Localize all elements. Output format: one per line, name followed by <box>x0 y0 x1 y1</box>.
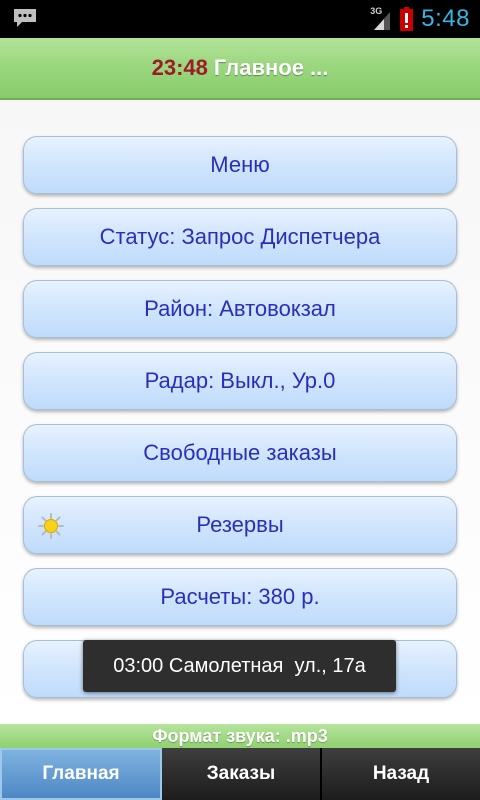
radar-button-label: Радар: Выкл., Ур.0 <box>144 368 336 393</box>
free-orders-button-label: Свободные заказы <box>143 440 337 465</box>
reserves-button-label: Резервы <box>196 512 284 537</box>
status-button-label: Статус: Запрос Диспетчера <box>99 224 381 249</box>
main-content: Меню Статус: Запрос Диспетчера Район: Ав… <box>0 100 480 724</box>
title-time: 23:48 <box>151 55 208 80</box>
radar-button[interactable]: Радар: Выкл., Ур.0 <box>23 352 457 410</box>
menu-button[interactable]: Меню <box>23 136 457 194</box>
clock: 5:48 <box>421 5 470 32</box>
payments-button[interactable]: Расчеты: 380 р. <box>23 568 457 626</box>
district-button-label: Район: Автовокзал <box>144 296 336 321</box>
battery-low-icon <box>400 7 414 31</box>
tab-orders[interactable]: Заказы <box>162 748 322 800</box>
free-orders-button[interactable]: Свободные заказы <box>23 424 457 482</box>
message-notification-icon <box>14 9 36 27</box>
menu-button-label: Меню <box>210 152 270 177</box>
sound-format-text: Формат звука: .mp3 <box>152 725 328 746</box>
sound-format-bar: Формат звука: .mp3 <box>0 724 480 748</box>
toast-text: 03:00 Самолетная ул., 17а <box>113 654 366 677</box>
toast-notification: 03:00 Самолетная ул., 17а <box>83 640 396 692</box>
page-title: Главное ... <box>213 55 329 80</box>
tab-orders-label: Заказы <box>206 763 276 784</box>
tab-back[interactable]: Назад <box>322 748 480 800</box>
reserves-button[interactable]: Резервы <box>23 496 457 554</box>
tab-main[interactable]: Главная <box>0 748 162 800</box>
district-button[interactable]: Район: Автовокзал <box>23 280 457 338</box>
status-button[interactable]: Статус: Запрос Диспетчера <box>23 208 457 266</box>
tab-back-label: Назад <box>372 763 430 784</box>
bottom-tab-bar: Главная Заказы Назад <box>0 748 480 800</box>
payments-button-label: Расчеты: 380 р. <box>160 584 320 609</box>
title-bar: 23:48 Главное ... <box>0 38 480 100</box>
sun-icon <box>38 513 64 539</box>
status-bar: 3G 5:48 <box>0 0 480 38</box>
tab-main-label: Главная <box>42 763 120 784</box>
signal-icon: 3G <box>370 6 392 32</box>
